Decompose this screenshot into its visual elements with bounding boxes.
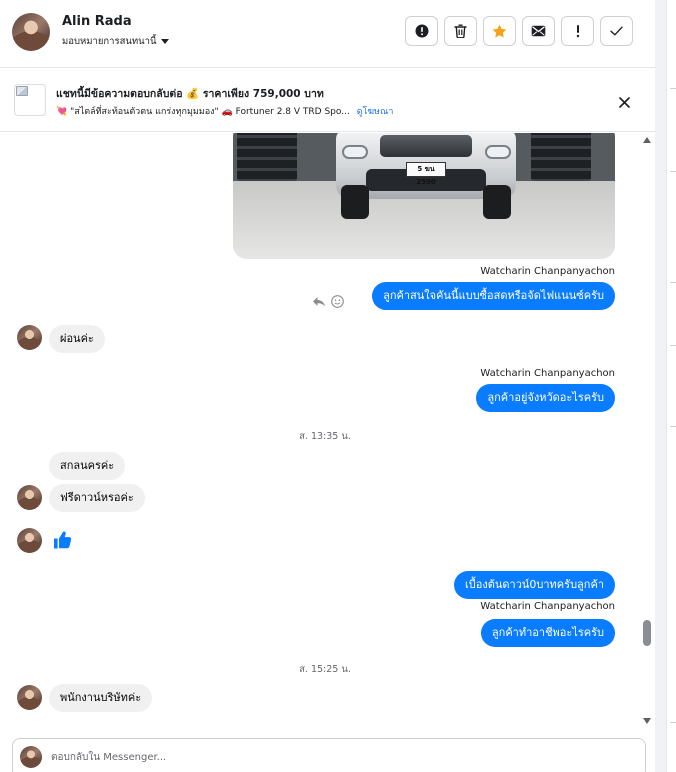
close-banner-button[interactable] <box>614 92 634 112</box>
caret-down-icon <box>160 39 169 44</box>
mark-unread-button[interactable] <box>522 16 555 46</box>
spam-button[interactable] <box>405 16 438 46</box>
trash-icon <box>454 24 467 38</box>
reply-composer <box>12 738 646 772</box>
envelope-icon <box>531 25 546 37</box>
thumbs-up-icon[interactable] <box>53 530 73 550</box>
check-icon <box>610 26 623 36</box>
outgoing-message[interactable]: ลูกค้าอยู่จังหวัดอะไรครับ <box>476 384 615 412</box>
car-headlamp <box>342 145 368 159</box>
exclamation-icon <box>576 25 579 38</box>
sender-name: Watcharin Chanpanyachon <box>480 266 615 277</box>
tyre-stack <box>531 133 591 181</box>
assign-conversation-dropdown[interactable]: มอบหมายการสนทนานี้ <box>62 34 169 49</box>
contact-avatar[interactable] <box>17 528 42 553</box>
ad-title: แชทนี้มีข้อความตอบกลับต่อ 💰 ราคาเพียง 75… <box>56 88 324 100</box>
reply-input[interactable] <box>51 747 631 767</box>
sender-name: Watcharin Chanpanyachon <box>480 601 615 612</box>
priority-button[interactable] <box>561 16 594 46</box>
scroll-up-arrow-icon[interactable] <box>643 137 651 143</box>
right-edge-panel <box>666 0 676 772</box>
contact-avatar[interactable] <box>17 685 42 710</box>
ad-subtitle-row: 💘 "สไตล์ที่สะท้อนตัวตน แกร่งทุกมุมมอง" 🚗… <box>56 104 393 118</box>
contact-avatar[interactable] <box>12 13 50 51</box>
tyre-stack <box>237 133 297 181</box>
emoji-react-icon[interactable] <box>331 295 344 308</box>
incoming-message[interactable]: สกลนครค่ะ <box>49 452 126 480</box>
outgoing-message[interactable]: ลูกค้าทำอาชีพอะไรครับ <box>480 619 615 647</box>
contact-avatar[interactable] <box>17 485 42 510</box>
scroll-down-arrow-icon[interactable] <box>643 718 651 724</box>
thread-scrollbar[interactable] <box>640 133 653 732</box>
contact-avatar[interactable] <box>17 325 42 350</box>
alert-circle-icon <box>415 24 428 38</box>
close-icon <box>618 96 630 108</box>
messenger-inbox-window: Alin Rada มอบหมายการสนทนานี้ แชทนี้มีข้อ… <box>0 0 676 772</box>
ad-subtitle: 💘 "สไตล์ที่สะท้อนตัวตน แกร่งทุกมุมมอง" 🚗… <box>56 107 350 117</box>
delete-button[interactable] <box>444 16 477 46</box>
scrollbar-thumb[interactable] <box>643 620 651 646</box>
sender-name: Watcharin Chanpanyachon <box>480 368 615 379</box>
conversation-header: Alin Rada มอบหมายการสนทนานี้ <box>0 0 655 68</box>
outgoing-message[interactable]: เบื้องต้นดาวน์0บาทครับลูกค้า <box>454 571 615 599</box>
incoming-message[interactable]: พนักงานบริษัทค่ะ <box>49 684 153 712</box>
car-photo-attachment[interactable]: 5 ฆน 2590 <box>233 133 615 259</box>
edge-divider <box>670 282 676 283</box>
incoming-message[interactable]: ฟรีดาวน์หรอค่ะ <box>49 484 145 512</box>
reply-icon[interactable] <box>312 296 326 308</box>
ad-thumbnail-image[interactable] <box>14 84 46 116</box>
edge-divider <box>670 88 676 89</box>
side-gutter <box>655 0 666 772</box>
timestamp-divider: ส. 15:25 น. <box>299 664 351 675</box>
edge-divider <box>670 722 676 723</box>
star-icon <box>492 24 507 38</box>
follow-up-button[interactable] <box>483 16 516 46</box>
header-actions <box>405 16 633 46</box>
car-grille <box>380 135 472 157</box>
outgoing-message[interactable]: ลูกค้าสนใจคันนี้แบบซื้อสดหรือจัดไฟแนนซ์ค… <box>372 282 615 310</box>
edge-divider <box>670 345 676 346</box>
message-actions <box>312 295 344 308</box>
edge-divider <box>670 171 676 172</box>
edge-divider <box>670 426 676 427</box>
car-headlamp <box>485 145 511 159</box>
incoming-message[interactable]: ผ่อนค่ะ <box>49 325 105 353</box>
license-plate: 5 ฆน 2590 <box>406 162 446 186</box>
car-wheel <box>341 185 369 219</box>
timestamp-divider: ส. 13:35 น. <box>299 431 351 442</box>
message-thread: 5 ฆน 2590 Watcharin Chanpanyachon ลูกค้า… <box>0 133 655 732</box>
contact-name[interactable]: Alin Rada <box>62 14 132 29</box>
page-avatar <box>20 746 42 768</box>
mark-done-button[interactable] <box>600 16 633 46</box>
view-ad-link[interactable]: ดูโฆษณา <box>357 107 394 117</box>
car-wheel <box>483 185 511 219</box>
assign-label: มอบหมายการสนทนานี้ <box>62 36 157 47</box>
ad-context-banner: แชทนี้มีข้อความตอบกลับต่อ 💰 ราคาเพียง 75… <box>0 68 655 132</box>
